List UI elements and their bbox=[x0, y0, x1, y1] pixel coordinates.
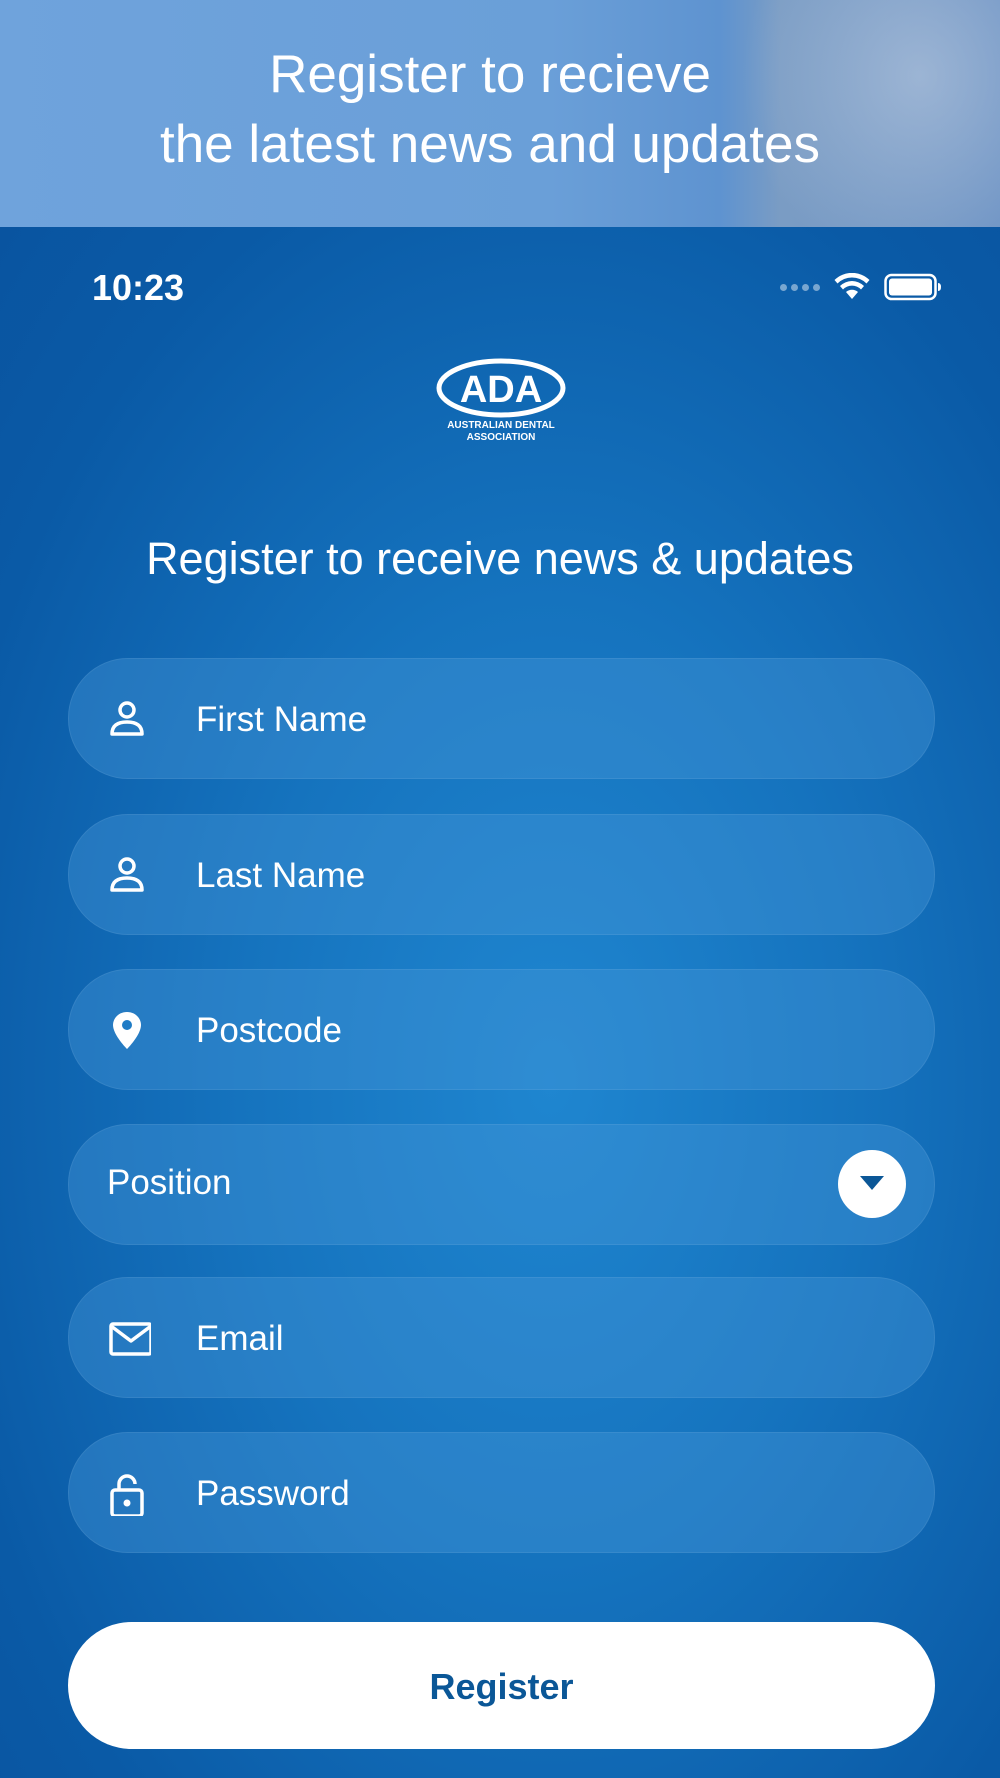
password-field[interactable]: Password bbox=[68, 1432, 935, 1553]
last-name-field[interactable]: Last Name bbox=[68, 814, 935, 935]
phone-screen: 10:23 ADA AUSTRALIAN DENTAL ASSOCIATION … bbox=[0, 227, 1000, 1778]
signal-dots-icon bbox=[780, 283, 820, 291]
first-name-field[interactable]: First Name bbox=[68, 658, 935, 779]
chevron-down-icon bbox=[860, 1176, 884, 1190]
location-pin-icon bbox=[113, 1012, 141, 1049]
register-button[interactable]: Register bbox=[68, 1622, 935, 1749]
person-icon bbox=[110, 857, 144, 892]
status-time: 10:23 bbox=[92, 267, 185, 308]
postcode-placeholder: Postcode bbox=[196, 1011, 342, 1050]
logo-mark: ADA bbox=[460, 369, 542, 411]
position-dropdown-button[interactable] bbox=[838, 1150, 906, 1218]
postcode-field[interactable]: Postcode bbox=[68, 969, 935, 1090]
banner-title: Register to recieve the latest news and … bbox=[0, 40, 980, 180]
promo-banner: Register to recieve the latest news and … bbox=[0, 0, 1000, 227]
status-icons bbox=[780, 271, 942, 303]
last-name-placeholder: Last Name bbox=[196, 856, 366, 895]
banner-title-line-1: Register to recieve bbox=[269, 45, 711, 104]
logo-line-1: AUSTRALIAN DENTAL bbox=[447, 420, 555, 431]
form-title: Register to receive news & updates bbox=[146, 533, 854, 584]
email-placeholder: Email bbox=[196, 1319, 284, 1358]
password-placeholder: Password bbox=[196, 1474, 350, 1513]
ada-logo: ADA AUSTRALIAN DENTAL ASSOCIATION bbox=[436, 358, 566, 443]
wifi-icon bbox=[834, 273, 870, 299]
mail-icon bbox=[109, 1322, 151, 1356]
battery-icon bbox=[884, 273, 941, 301]
position-placeholder: Position bbox=[107, 1163, 232, 1202]
logo-line-2: ASSOCIATION bbox=[467, 432, 536, 443]
first-name-placeholder: First Name bbox=[196, 700, 368, 739]
lock-icon bbox=[110, 1474, 144, 1516]
email-field[interactable]: Email bbox=[68, 1277, 935, 1398]
banner-title-line-2: the latest news and updates bbox=[159, 115, 820, 174]
person-icon bbox=[110, 701, 144, 736]
position-select[interactable]: Position bbox=[68, 1124, 935, 1245]
